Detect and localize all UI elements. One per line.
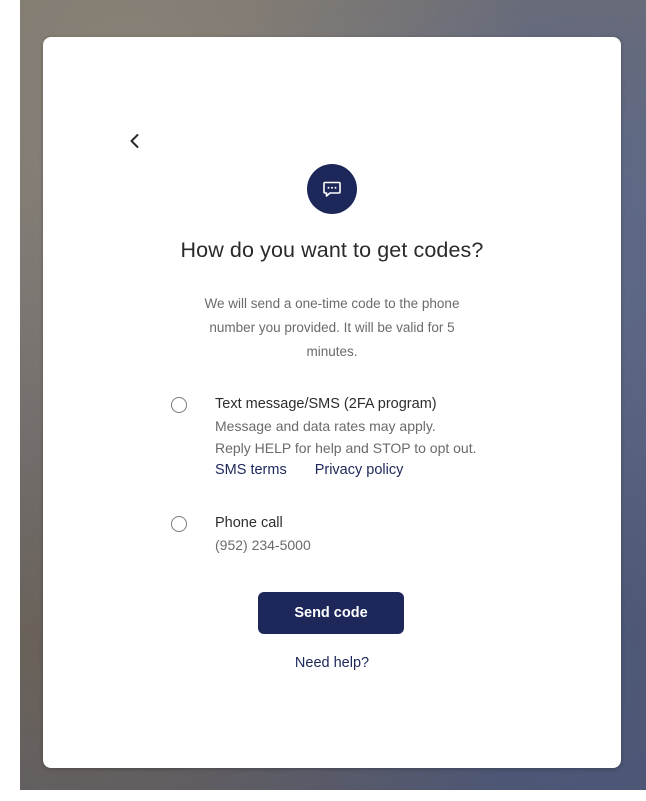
- phone-call-radio[interactable]: [171, 516, 187, 532]
- option-sms-line-rates: Message and data rates may apply.: [215, 418, 436, 434]
- chat-badge: [307, 164, 357, 214]
- back-button[interactable]: [123, 127, 147, 155]
- background-bottom-strip: [0, 790, 646, 801]
- need-help-row: Need help?: [43, 655, 621, 671]
- chat-icon: [323, 181, 341, 197]
- option-sms-title: Text message/SMS (2FA program): [215, 396, 437, 412]
- verification-card: How do you want to get codes? We will se…: [43, 37, 621, 768]
- phone-number: (952) 234-5000: [215, 537, 311, 553]
- chevron-left-icon: [130, 134, 139, 148]
- privacy-policy-link[interactable]: Privacy policy: [315, 462, 404, 478]
- need-help-link[interactable]: Need help?: [295, 655, 369, 671]
- description-text: We will send a one-time code to the phon…: [204, 296, 460, 359]
- option-phone-call-title: Phone call: [215, 515, 283, 531]
- option-phone-call-text: Phone call (952) 234-5000: [215, 513, 555, 556]
- option-sms-text: Text message/SMS (2FA program) Message a…: [215, 394, 555, 481]
- page-title: How do you want to get codes?: [180, 238, 484, 262]
- send-code-button[interactable]: Send code: [258, 592, 404, 634]
- sms-radio[interactable]: [171, 397, 187, 413]
- sms-terms-link[interactable]: SMS terms: [215, 462, 287, 478]
- option-sms-line-help: Reply HELP for help and STOP to opt out.: [215, 440, 477, 456]
- sms-links: SMS terms Privacy policy: [215, 459, 555, 481]
- background-left-strip: [0, 0, 20, 801]
